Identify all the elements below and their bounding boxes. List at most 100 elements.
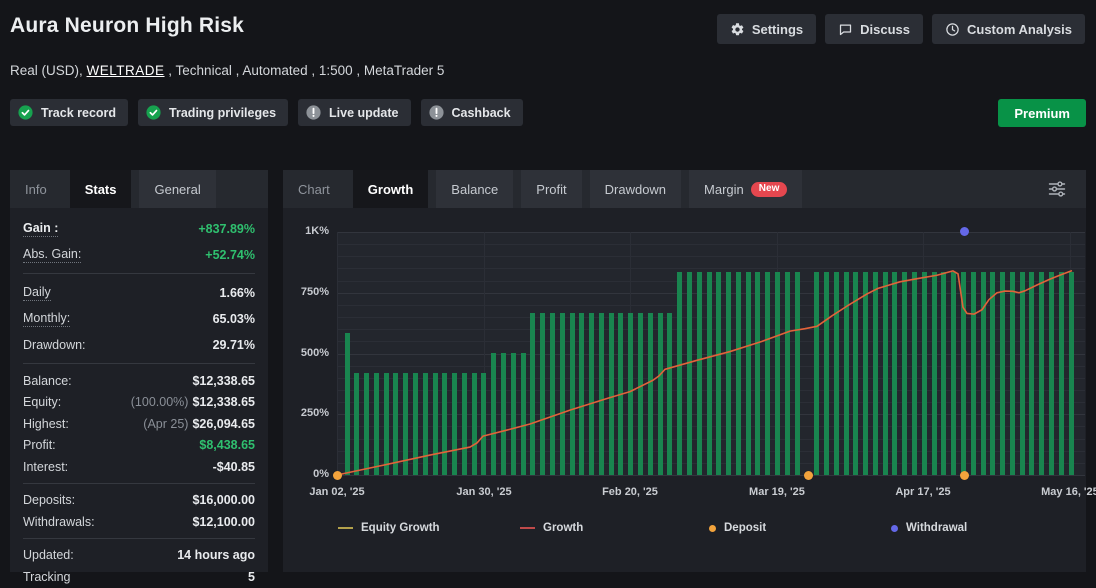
chart-panel: Chart Growth Balance Profit Drawdown Margin Ne… (283, 170, 1086, 572)
legend-item-growth[interactable]: Growth (520, 522, 583, 534)
stats-divider (23, 273, 255, 274)
stat-label[interactable]: Abs. Gain: (23, 247, 81, 263)
verification-badges: Track record Trading privileges Live updat… (10, 99, 523, 126)
stats-divider (23, 363, 255, 364)
stats-tab-info[interactable]: Info (10, 170, 62, 208)
x-tick-label: Jan 02, '25 (309, 486, 364, 498)
legend-item-withdrawal[interactable]: Withdrawal (891, 522, 967, 534)
stat-label: Drawdown: (23, 338, 86, 352)
stat-row-monthly: Monthly: 65.03% (23, 306, 255, 332)
stat-value: (Apr 25)$26,094.65 (143, 417, 255, 431)
stat-value: $12,338.65 (192, 374, 255, 388)
alert-circle-icon (428, 104, 445, 121)
broker-link[interactable]: WELTRADE (87, 63, 165, 78)
deposit-marker[interactable] (960, 471, 969, 480)
tab-label: Balance (451, 182, 498, 197)
chart-tab-growth[interactable]: Growth (353, 170, 429, 208)
subtitle-prefix: Real (USD), (10, 63, 87, 78)
tab-label: Growth (368, 182, 414, 197)
stat-label[interactable]: Gain : (23, 221, 58, 237)
x-tick-label: Feb 20, '25 (602, 486, 658, 498)
withdrawal-swatch (891, 525, 898, 532)
stat-row-balance: Balance: $12,338.65 (23, 370, 255, 392)
stat-label[interactable]: Daily (23, 285, 51, 301)
growth-line (337, 232, 1085, 475)
stat-row-withdrawals: Withdrawals: $12,100.00 (23, 511, 255, 533)
cashback-label: Cashback (452, 106, 511, 120)
stat-value: 29.71% (213, 338, 255, 352)
chart-tab-drawdown[interactable]: Drawdown (590, 170, 681, 208)
stats-panel: InfoStatsGeneral Gain :+837.89% Abs. Gain… (10, 170, 268, 572)
track-record-badge[interactable]: Track record (10, 99, 128, 126)
stat-row-drawdown: Drawdown: 29.71% (23, 332, 255, 358)
deposit-marker[interactable] (804, 471, 813, 480)
y-tick-label: 500% (283, 347, 329, 359)
cashback-badge[interactable]: Cashback (421, 99, 523, 126)
subtitle-suffix: , Technical , Automated , 1:500 , MetaTr… (165, 63, 445, 78)
stat-label: Interest: (23, 460, 68, 474)
stats-tabs: InfoStatsGeneral (10, 170, 268, 208)
settings-label: Settings (752, 22, 803, 37)
tab-label: Chart (298, 182, 330, 197)
track-record-label: Track record (41, 106, 116, 120)
stat-value: 14 hours ago (177, 548, 255, 562)
tab-label: Profit (536, 182, 566, 197)
growth-chart-plot[interactable] (337, 232, 1085, 475)
y-tick-label: 1K% (283, 225, 329, 237)
discuss-button[interactable]: Discuss (825, 14, 923, 44)
new-badge: New (751, 182, 788, 197)
gear-icon (730, 22, 745, 37)
sliders-icon (1046, 179, 1068, 199)
chart-settings-icon[interactable] (1046, 179, 1068, 199)
stat-label: Withdrawals: (23, 515, 95, 529)
stats-divider (23, 483, 255, 484)
stat-row-gain: Gain :+837.89% (23, 216, 255, 242)
y-tick-label: 0% (283, 468, 329, 480)
custom-analysis-button[interactable]: Custom Analysis (932, 14, 1085, 44)
stat-value: $12,100.00 (192, 515, 255, 529)
stat-label: Updated: (23, 548, 74, 562)
h-gridline (337, 475, 1085, 476)
chart-tab-balance[interactable]: Balance (436, 170, 513, 208)
stat-value-note: (100.00%) (131, 395, 189, 409)
chart-tab-profit[interactable]: Profit (521, 170, 581, 208)
withdrawal-marker[interactable] (960, 227, 969, 236)
stats-tab-stats[interactable]: Stats (70, 170, 132, 208)
stats-tab-general[interactable]: General (139, 170, 215, 208)
live-update-badge[interactable]: Live update (298, 99, 410, 126)
trading-privileges-badge[interactable]: Trading privileges (138, 99, 288, 126)
chart-tab-chart[interactable]: Chart (283, 170, 345, 208)
live-update-label: Live update (329, 106, 398, 120)
chart-tab-margin[interactable]: Margin New (689, 170, 802, 208)
stat-row-highest: Highest: (Apr 25)$26,094.65 (23, 413, 255, 435)
chart-tabs: Chart Growth Balance Profit Drawdown Margin Ne… (283, 170, 1086, 208)
stat-label: Equity: (23, 395, 61, 409)
legend-label: Withdrawal (906, 522, 967, 534)
tab-label: Margin (704, 182, 744, 197)
chat-icon (838, 22, 853, 37)
legend-label: Growth (543, 522, 583, 534)
stat-label: Highest: (23, 417, 69, 431)
y-tick-label: 750% (283, 286, 329, 298)
stat-label[interactable]: Monthly: (23, 311, 70, 327)
stats-body: Gain :+837.89%Abs. Gain:+52.74%Daily1.66… (10, 208, 268, 588)
stat-value: 65.03% (213, 312, 255, 326)
stat-value: (100.00%)$12,338.65 (131, 395, 255, 409)
legend-label: Equity Growth (361, 522, 440, 534)
stat-value: 1.66% (220, 286, 255, 300)
check-circle-icon (17, 104, 34, 121)
y-tick-label: 250% (283, 407, 329, 419)
stat-row-updated: Updated: 14 hours ago (23, 545, 255, 567)
legend-item-equity-growth[interactable]: Equity Growth (338, 522, 440, 534)
stat-value-note: (Apr 25) (143, 417, 188, 431)
x-tick-label: Mar 19, '25 (749, 486, 805, 498)
tab-label: Drawdown (605, 182, 666, 197)
legend-item-deposit[interactable]: Deposit (709, 522, 766, 534)
stat-label: Balance: (23, 374, 72, 388)
premium-button[interactable]: Premium (998, 99, 1086, 127)
deposit-marker[interactable] (333, 471, 342, 480)
alert-circle-icon (305, 104, 322, 121)
deposit-swatch (709, 525, 716, 532)
stat-row-interest: Interest:-$40.85 (23, 456, 255, 478)
settings-button[interactable]: Settings (717, 14, 816, 44)
